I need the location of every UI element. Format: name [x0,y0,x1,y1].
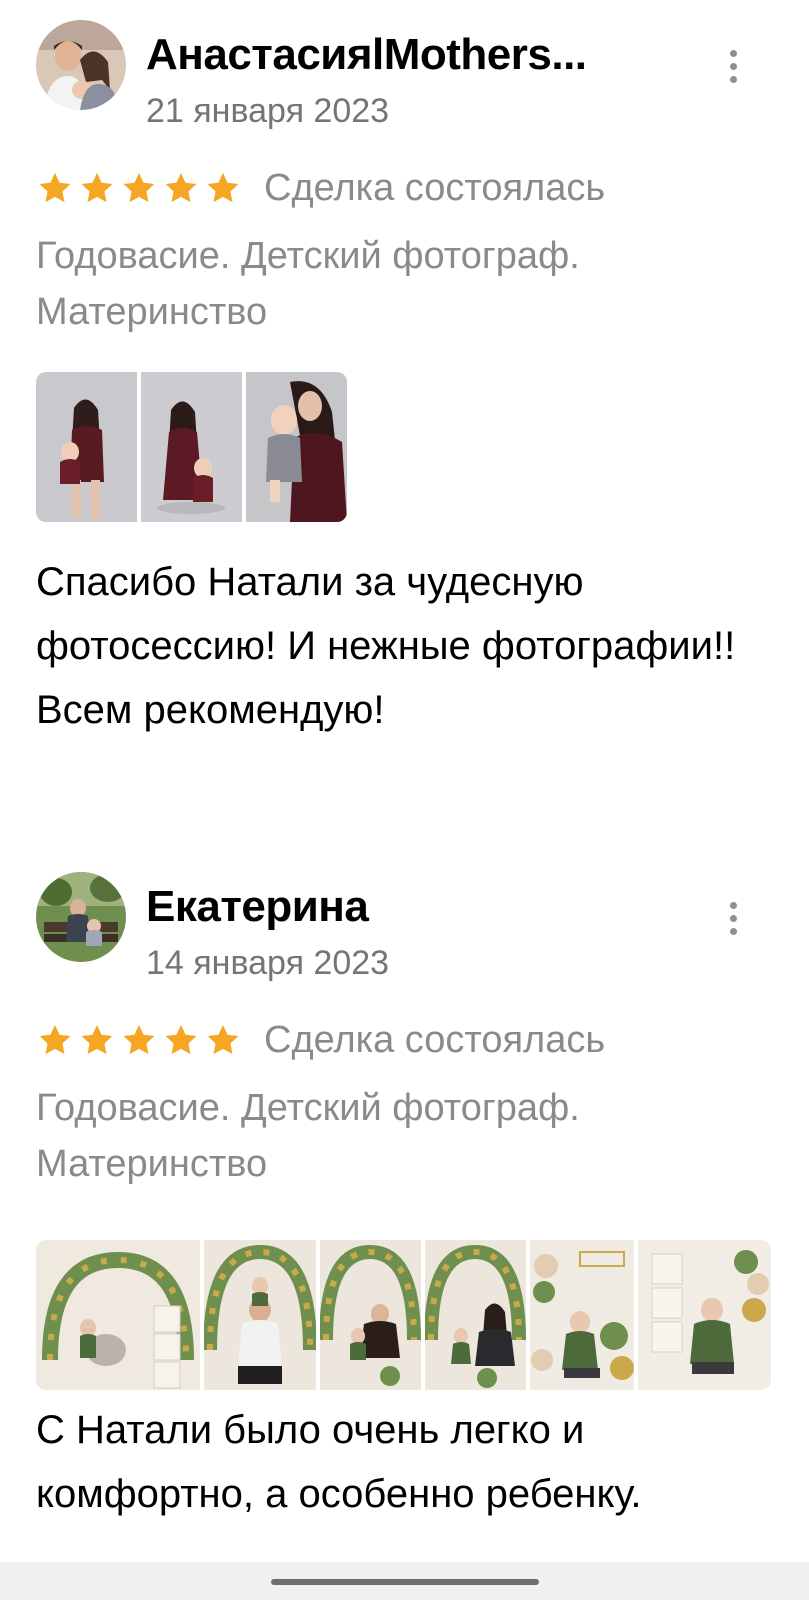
review-photo[interactable] [36,1240,200,1390]
author-name[interactable]: Екатерина [146,882,369,932]
home-indicator[interactable] [271,1579,539,1585]
review-photo[interactable] [141,372,242,522]
more-vertical-icon[interactable] [718,894,748,942]
author-avatar[interactable] [36,872,126,962]
review-photos [36,372,347,522]
rating-row: Сделка состоялась [36,1016,605,1064]
review-photos [36,1240,771,1390]
star-icon [165,1024,197,1055]
rating-stars [36,1021,242,1059]
review-photo[interactable] [204,1240,316,1390]
star-icon [207,1024,239,1055]
review-photo[interactable] [246,372,347,522]
author-avatar[interactable] [36,20,126,110]
deal-status: Сделка состоялась [264,1018,606,1061]
author-name[interactable]: АнастасияlMothers... [146,30,587,80]
star-icon [123,172,155,203]
review-photo[interactable] [638,1240,771,1390]
star-icon [207,172,239,203]
star-icon [39,1024,71,1055]
rating-stars [36,169,242,207]
review-photo[interactable] [36,372,137,522]
deal-status: Сделка состоялась [264,166,606,209]
star-icon [39,172,71,203]
star-icon [123,1024,155,1055]
review-photo[interactable] [320,1240,421,1390]
listing-title[interactable]: Годовасие. Детский фотограф. Материнство [36,1080,776,1192]
star-icon [165,172,197,203]
review-photo[interactable] [530,1240,634,1390]
more-vertical-icon[interactable] [718,42,748,90]
star-icon [81,1024,113,1055]
rating-row: Сделка состоялась [36,164,605,212]
star-icon [81,172,113,203]
review-date: 21 января 2023 [146,92,390,130]
review-photo[interactable] [425,1240,526,1390]
review-date: 14 января 2023 [146,944,390,982]
review-text: С Натали было очень легко и комфортно, а… [36,1408,642,1516]
listing-title[interactable]: Годовасие. Детский фотограф. Материнство [36,228,776,340]
review-text: Спасибо Натали за чудесную фотосессию! И… [36,560,780,732]
